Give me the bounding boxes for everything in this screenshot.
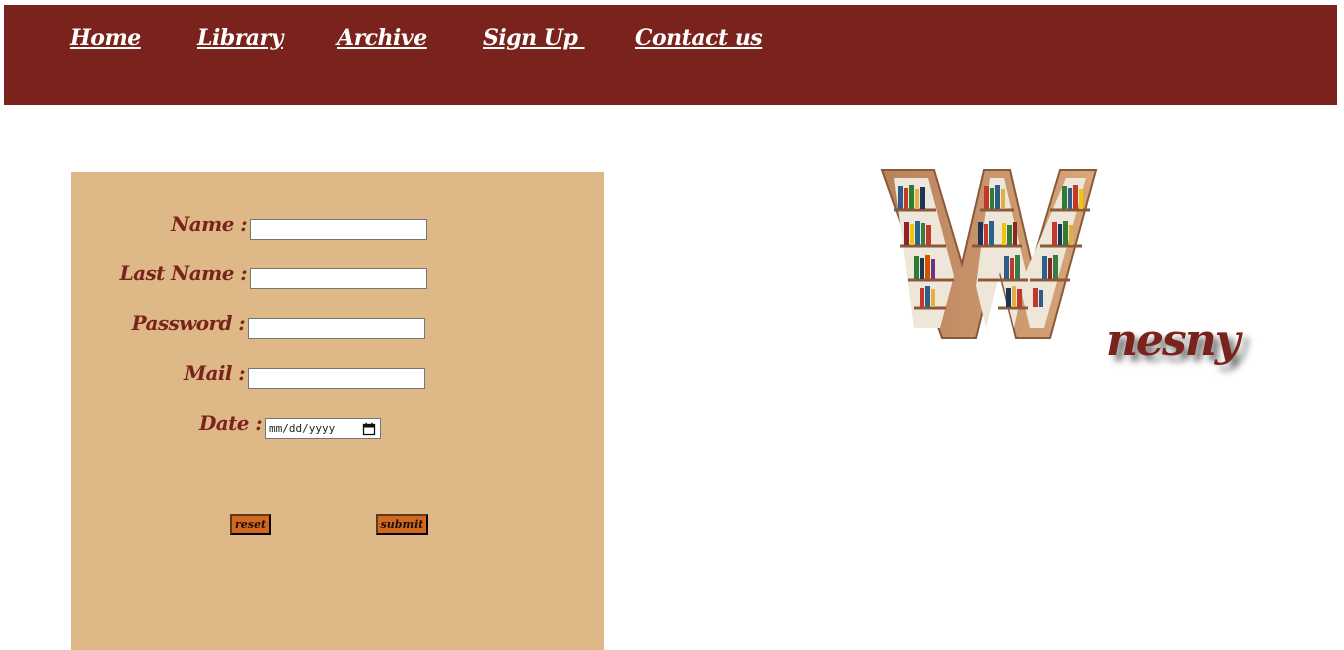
password-input[interactable] (248, 318, 425, 339)
nav-link-contact-us[interactable]: Contact us (635, 25, 763, 51)
mail-label: Mail : (183, 361, 246, 385)
signup-form: Name : Last Name : Password : Mail : Dat… (71, 172, 604, 650)
date-label: Date : (198, 411, 263, 435)
password-label: Password : (131, 311, 246, 335)
nav-link-archive[interactable]: Archive (337, 25, 427, 51)
last-name-label: Last Name : (119, 261, 248, 285)
nav-link-library[interactable]: Library (197, 25, 283, 51)
site-logo: nesny (880, 168, 1240, 388)
reset-button[interactable]: reset (230, 514, 271, 535)
date-input[interactable]: mm/dd/yyyy (265, 418, 381, 439)
calendar-icon[interactable] (362, 422, 376, 436)
nav-link-home[interactable]: Home (70, 25, 141, 51)
mail-input[interactable] (248, 368, 425, 389)
date-placeholder: mm/dd/yyyy (269, 422, 336, 435)
last-name-input[interactable] (250, 268, 427, 289)
top-navbar: Home Library Archive Sign Up Contact us (4, 5, 1337, 105)
logo-wordmark: nesny (1106, 315, 1240, 366)
nav-link-sign-up[interactable]: Sign Up (483, 25, 585, 51)
submit-button[interactable]: submit (376, 514, 428, 535)
name-label: Name : (171, 212, 247, 236)
bookshelf-w-icon (880, 169, 1098, 339)
name-input[interactable] (250, 219, 427, 240)
